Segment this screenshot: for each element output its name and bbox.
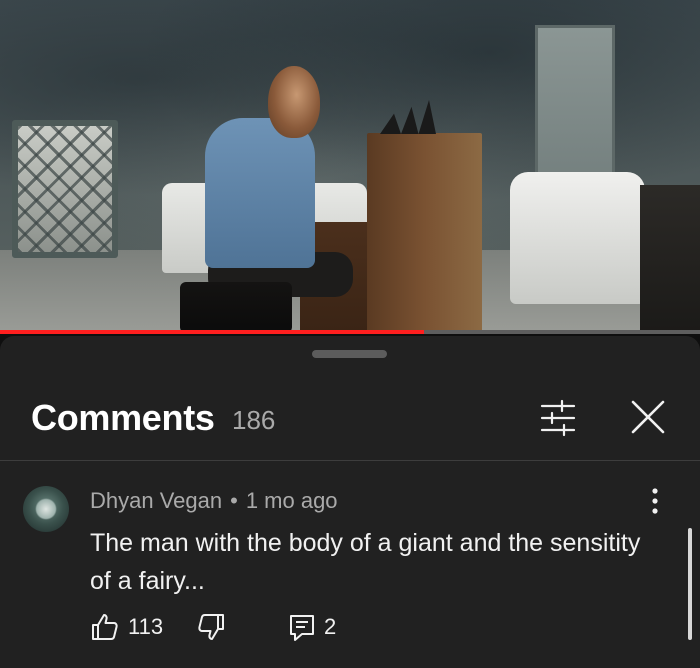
video-armchair [510,172,645,304]
header-divider [0,460,700,461]
avatar[interactable] [23,486,69,532]
meta-separator: • [230,488,238,513]
like-count: 113 [128,614,164,639]
video-chair [640,185,700,333]
video-progress-bar[interactable] [0,330,700,334]
drag-handle[interactable] [312,350,387,358]
comments-sheet: Comments 186 Dhyan Vegan • 1 mo ago The … [0,336,700,668]
reply-button[interactable]: 2 [288,610,348,644]
video-person-body [205,118,315,268]
comment-text: The man with the body of a giant and the… [90,529,641,595]
comments-title: Comments [31,397,215,438]
video-piano-stool [180,282,292,333]
comment-time: 1 mo ago [245,488,338,513]
close-button[interactable] [626,395,670,439]
comment-more-button[interactable] [642,486,668,516]
comments-count: 186 [232,405,276,435]
comment-item: Dhyan Vegan • 1 mo ago The man with the bo… [0,462,700,668]
comment-meta: Dhyan Vegan • 1 mo ago [90,488,338,514]
comments-header: Comments 186 [0,381,700,459]
thumbs-up-icon [92,614,118,640]
reply-icon [290,615,314,641]
dislike-button[interactable] [194,610,228,644]
video-progress-fill [0,330,424,334]
sliders-icon [540,399,576,437]
thumbs-down-icon [198,614,224,640]
video-player[interactable] [0,0,700,333]
close-icon [631,400,665,434]
reply-count: 2 [324,614,337,639]
more-vertical-icon [652,488,658,514]
video-piano [367,133,482,333]
video-person-head [268,66,320,138]
video-window [12,120,118,258]
scrollbar[interactable] [688,528,692,640]
sort-filter-button[interactable] [536,396,580,440]
comment-author[interactable]: Dhyan Vegan [90,488,222,513]
like-button[interactable]: 113 [90,610,170,644]
